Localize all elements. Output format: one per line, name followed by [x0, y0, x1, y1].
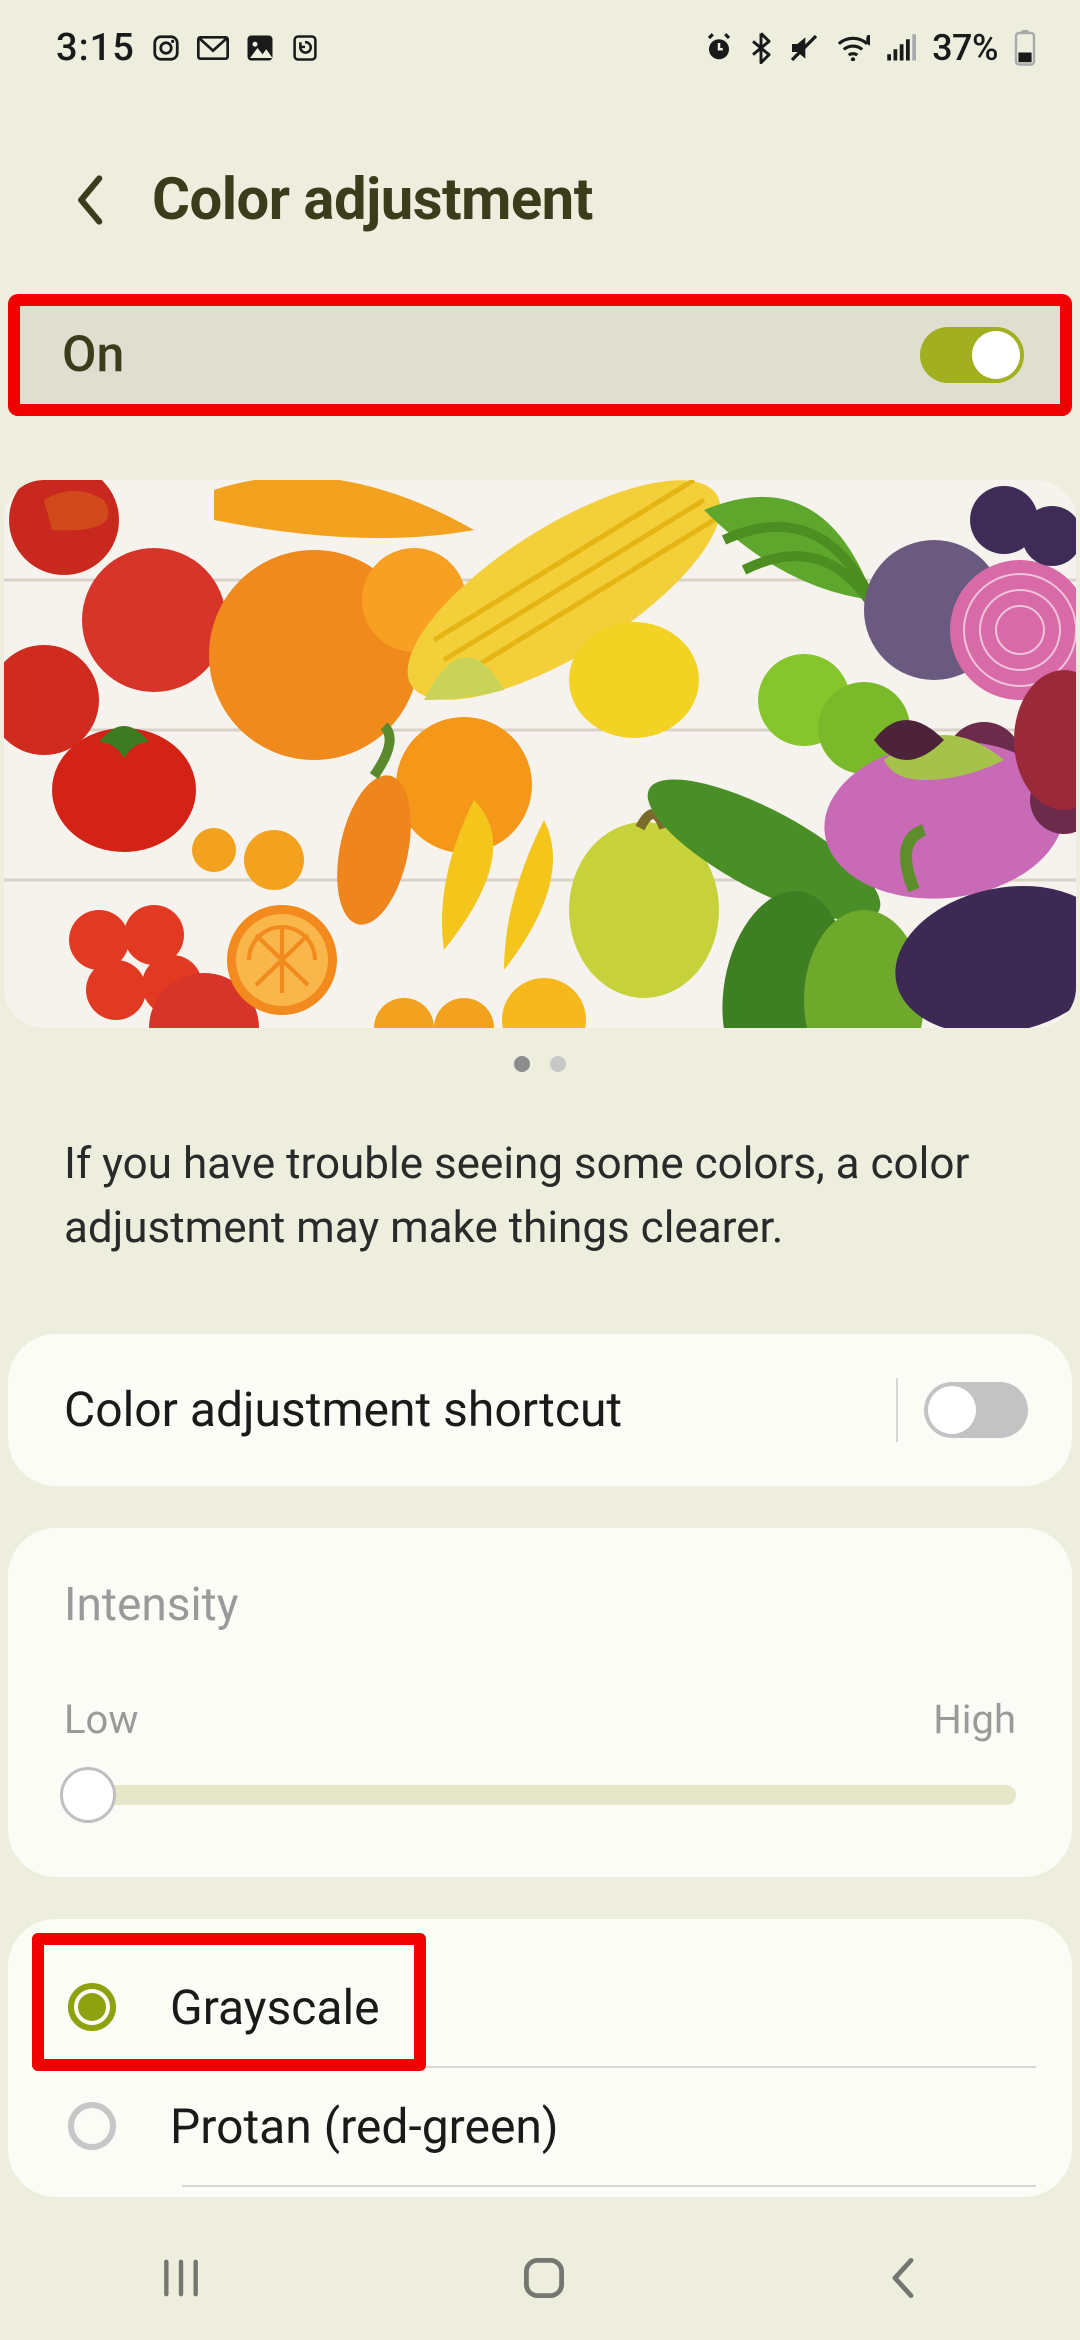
- mode-label: Protan (red-green): [170, 2098, 559, 2155]
- instagram-icon: [151, 33, 181, 63]
- preview-page-indicator: [0, 1056, 1080, 1072]
- intensity-heading: Intensity: [64, 1578, 1016, 1632]
- mode-option-grayscale[interactable]: Grayscale: [68, 1949, 1036, 2066]
- header: Color adjustment: [0, 70, 1080, 294]
- modes-card: Grayscale Protan (red-green): [8, 1919, 1072, 2197]
- divider: [182, 2185, 1036, 2187]
- master-toggle-label: On: [62, 326, 124, 384]
- svg-text:6: 6: [867, 35, 870, 47]
- back-icon[interactable]: [72, 173, 112, 227]
- divider: [896, 1378, 898, 1442]
- page-dot-1: [514, 1056, 530, 1072]
- update-icon: [291, 33, 319, 63]
- system-nav-bar: [0, 2220, 1080, 2340]
- intensity-high-label: High: [933, 1696, 1016, 1743]
- master-toggle-switch[interactable]: [920, 327, 1024, 383]
- shortcut-row[interactable]: Color adjustment shortcut: [8, 1334, 1072, 1486]
- mute-icon: [788, 33, 820, 63]
- master-toggle-highlight: On: [8, 294, 1072, 416]
- description-text: If you have trouble seeing some colors, …: [0, 1072, 1080, 1260]
- master-toggle-row[interactable]: On: [20, 306, 1060, 404]
- shortcut-card: Color adjustment shortcut: [8, 1334, 1072, 1486]
- intensity-low-label: Low: [64, 1696, 138, 1743]
- bluetooth-icon: [750, 32, 772, 64]
- mode-label: Grayscale: [170, 1979, 380, 2036]
- wifi-icon: 6: [836, 35, 870, 61]
- status-left: 3:15: [56, 26, 319, 70]
- recents-button[interactable]: [157, 2256, 205, 2304]
- battery-icon: [1014, 30, 1036, 66]
- shortcut-toggle-switch[interactable]: [924, 1382, 1028, 1438]
- intensity-slider[interactable]: [64, 1767, 1016, 1823]
- alarm-icon: [704, 33, 734, 63]
- image-icon: [245, 33, 275, 63]
- gmail-icon: [197, 35, 229, 61]
- battery-percent: 37%: [932, 27, 998, 69]
- clock: 3:15: [56, 26, 135, 70]
- radio-selected-icon: [68, 1983, 116, 2031]
- page-dot-2: [550, 1056, 566, 1072]
- signal-icon: [886, 34, 916, 62]
- intensity-slider-thumb[interactable]: [60, 1767, 116, 1823]
- nav-back-button[interactable]: [883, 2254, 923, 2306]
- page-title: Color adjustment: [152, 166, 593, 234]
- color-preview-image[interactable]: [4, 480, 1076, 1028]
- status-right: 6 37%: [704, 27, 1036, 69]
- mode-option-protan[interactable]: Protan (red-green): [68, 2068, 1036, 2185]
- shortcut-label: Color adjustment shortcut: [64, 1381, 622, 1438]
- radio-unselected-icon: [68, 2102, 116, 2150]
- home-button[interactable]: [520, 2254, 568, 2306]
- status-bar: 3:15: [0, 0, 1080, 70]
- intensity-card: Intensity Low High: [8, 1528, 1072, 1877]
